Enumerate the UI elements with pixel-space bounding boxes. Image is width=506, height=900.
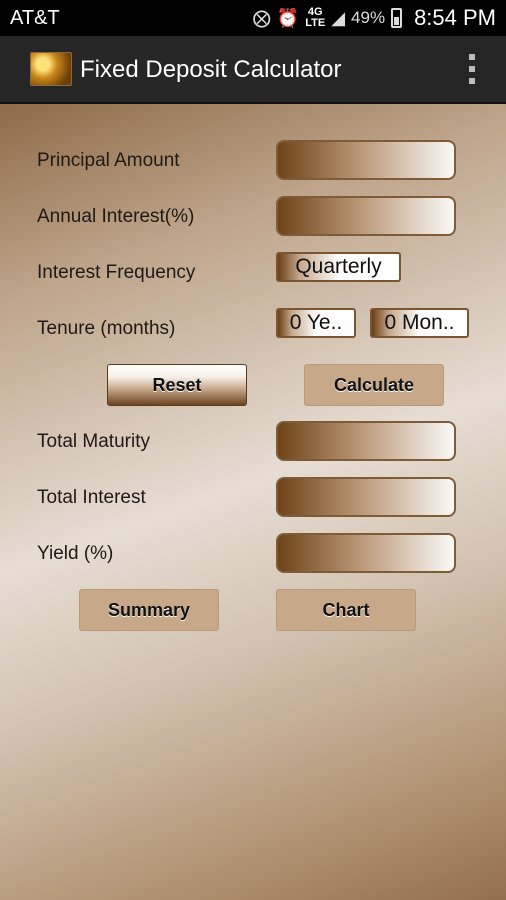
overflow-dot-icon — [469, 54, 475, 60]
app-logo-icon[interactable] — [30, 52, 72, 86]
annual-interest-input[interactable] — [276, 196, 456, 236]
battery-icon — [391, 8, 403, 28]
tenure-label: Tenure (months) — [37, 318, 176, 339]
carrier-label: AT&T — [10, 7, 60, 29]
battery-percent: 49% — [351, 8, 386, 27]
yield-output — [276, 533, 456, 573]
clock: 8:54 PM — [414, 5, 496, 30]
interest-frequency-select[interactable]: Quarterly — [276, 252, 401, 282]
alarm-icon: ⏰ — [276, 7, 300, 28]
summary-button[interactable]: Summary — [79, 589, 219, 631]
network-type: 4G LTE — [305, 7, 325, 29]
vibrate-mute-icon: ⨂ — [252, 7, 271, 28]
network-sub-label: LTE — [305, 17, 326, 29]
principal-amount-label: Principal Amount — [37, 150, 180, 171]
tenure-years-select[interactable]: 0 Ye.. — [276, 308, 356, 338]
overflow-menu-icon[interactable] — [468, 54, 476, 84]
overflow-dot-icon — [469, 78, 475, 84]
reset-button[interactable]: Reset — [107, 364, 247, 406]
calculator-form: Principal Amount Annual Interest(%) Inte… — [0, 104, 506, 900]
total-interest-label: Total Interest — [37, 487, 146, 508]
total-maturity-label: Total Maturity — [37, 431, 150, 452]
tenure-months-select[interactable]: 0 Mon.. — [370, 308, 469, 338]
principal-amount-input[interactable] — [276, 140, 456, 180]
interest-frequency-label: Interest Frequency — [37, 262, 196, 283]
signal-icon: ◢ — [331, 7, 346, 28]
chart-button[interactable]: Chart — [276, 589, 416, 631]
action-bar: Fixed Deposit Calculator — [0, 36, 506, 104]
annual-interest-label: Annual Interest(%) — [37, 206, 195, 227]
overflow-dot-icon — [469, 66, 475, 72]
yield-label: Yield (%) — [37, 543, 114, 564]
app-title: Fixed Deposit Calculator — [80, 56, 342, 83]
status-icons: ⨂ ⏰ 4G LTE ◢ 49% 8:54 PM — [253, 5, 496, 31]
calculate-button[interactable]: Calculate — [304, 364, 444, 406]
status-bar: AT&T ⨂ ⏰ 4G LTE ◢ 49% 8:54 PM — [0, 0, 506, 36]
total-interest-output — [276, 477, 456, 517]
total-maturity-output — [276, 421, 456, 461]
